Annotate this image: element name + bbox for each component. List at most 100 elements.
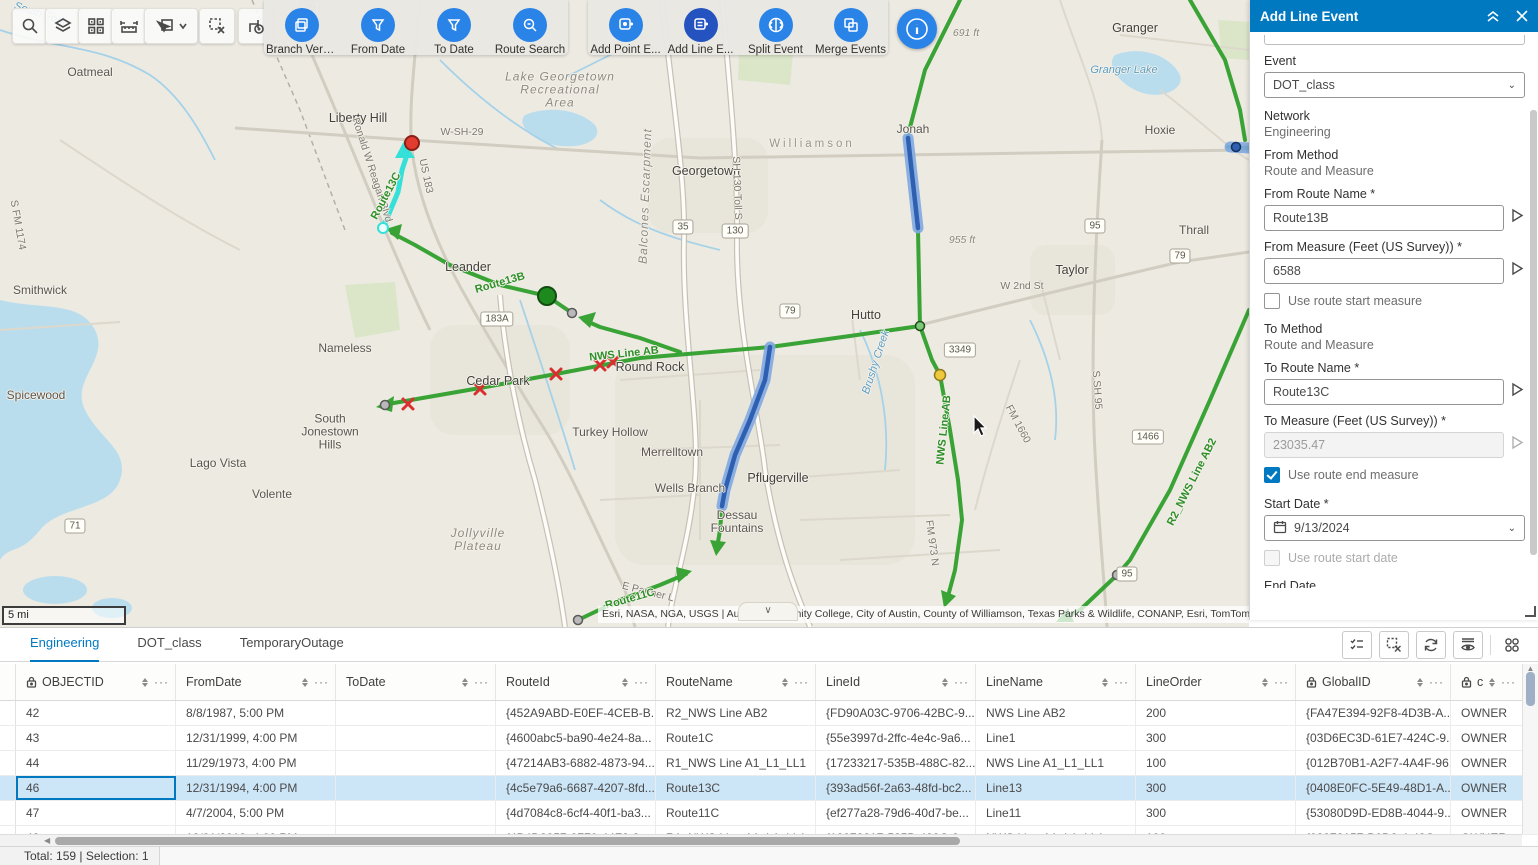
toolbar-button-branch-vers[interactable]: Branch Vers... bbox=[266, 0, 338, 56]
toolbar-button-merge-events[interactable]: Merge Events bbox=[815, 0, 887, 56]
sort-icon[interactable] bbox=[302, 678, 308, 687]
table-cell[interactable]: 8/8/1987, 5:00 PM bbox=[176, 701, 336, 725]
table-cell[interactable]: {FA47E394-92F8-4D3B-A... bbox=[1296, 701, 1451, 725]
table-cell[interactable]: R2_NWS Line AB2 bbox=[656, 701, 816, 725]
table-tab-engineering[interactable]: Engineering bbox=[30, 628, 99, 662]
table-cell[interactable]: 12/31/1994, 4:00 PM bbox=[176, 776, 336, 800]
table-row[interactable]: 474/7/2004, 5:00 PM{4d7084c8-6cf4-40f1-b… bbox=[0, 801, 1538, 826]
sort-icon[interactable] bbox=[1489, 678, 1495, 687]
table-cell[interactable]: 4/7/2004, 5:00 PM bbox=[176, 801, 336, 825]
table-cell[interactable]: R1_NWS Line A1_L1_LL1 bbox=[656, 751, 816, 775]
table-cell[interactable] bbox=[336, 801, 496, 825]
column-menu-icon[interactable]: ··· bbox=[474, 675, 489, 689]
column-header-linename[interactable]: LineName··· bbox=[976, 664, 1136, 700]
table-cell[interactable]: 300 bbox=[1136, 726, 1296, 750]
column-menu-icon[interactable]: ··· bbox=[1429, 675, 1444, 689]
clear-selection-button[interactable] bbox=[199, 8, 235, 44]
table-cell[interactable]: {393ad56f-2a63-48fd-bc2... bbox=[816, 776, 976, 800]
table-cell[interactable]: NWS Line A1_L1_LL1 bbox=[976, 751, 1136, 775]
table-row[interactable]: 4312/31/1999, 4:00 PM {4600abc5-ba90-4e24… bbox=[0, 726, 1538, 751]
column-header-create[interactable]: create··· bbox=[1451, 664, 1523, 700]
table-cell[interactable]: NWS Line A1_L1_LL1 bbox=[976, 826, 1136, 834]
basemap-gallery-button[interactable] bbox=[78, 8, 114, 44]
table-cell[interactable]: 46 bbox=[16, 776, 176, 800]
table-cell[interactable]: 11/29/1973, 4:00 PM bbox=[176, 751, 336, 775]
table-cell[interactable]: {08972157-B0D8-4-48C... bbox=[1296, 826, 1451, 834]
toolbar-button-add-point-e[interactable]: Add Point E... bbox=[590, 0, 662, 56]
column-header-lineid[interactable]: LineId··· bbox=[816, 664, 976, 700]
toolbar-button-route-search[interactable]: Route Search bbox=[494, 0, 566, 56]
table-cell[interactable]: 43 bbox=[16, 726, 176, 750]
table-cell[interactable]: 12/31/2013, 4:00 PM bbox=[176, 826, 336, 834]
panel-resize-handle[interactable] bbox=[1525, 606, 1536, 617]
refresh-button[interactable] bbox=[1416, 631, 1446, 659]
attribution-collapse-button[interactable]: ∨ bbox=[738, 602, 798, 621]
table-cell[interactable]: {4d7084c8-6cf4-40f1-ba3... bbox=[496, 801, 656, 825]
close-panel-icon[interactable] bbox=[1515, 9, 1529, 23]
use-route-end-measure-checkbox[interactable] bbox=[1264, 467, 1280, 483]
select-tool-button[interactable] bbox=[144, 8, 198, 44]
table-cell[interactable]: {4B4D8957-9770-44F2-8... bbox=[496, 826, 656, 834]
scrollbar-thumb[interactable] bbox=[1526, 672, 1535, 706]
from-measure-input[interactable]: 6588 bbox=[1264, 258, 1504, 284]
info-button[interactable] bbox=[897, 9, 937, 49]
table-cell[interactable]: {4600abc5-ba90-4e24-8a... bbox=[496, 726, 656, 750]
pick-from-map-icon[interactable] bbox=[1510, 261, 1525, 281]
collapse-panel-icon[interactable] bbox=[1485, 9, 1501, 23]
scroll-left-arrow[interactable]: ◀ bbox=[44, 836, 50, 845]
table-cell[interactable] bbox=[336, 751, 496, 775]
column-menu-icon[interactable]: ··· bbox=[154, 675, 169, 689]
table-cell[interactable]: 48 bbox=[16, 826, 176, 834]
table-cell[interactable]: 42 bbox=[16, 701, 176, 725]
table-cell[interactable]: Line11 bbox=[976, 801, 1136, 825]
from-route-name-input[interactable]: Route13B bbox=[1264, 205, 1504, 231]
table-vertical-scrollbar[interactable]: ▲ bbox=[1522, 664, 1538, 834]
sort-icon[interactable] bbox=[462, 678, 468, 687]
table-cell[interactable]: {FD90A03C-9706-42BC-9... bbox=[816, 701, 976, 725]
column-header-routeid[interactable]: RouteId··· bbox=[496, 664, 656, 700]
sort-icon[interactable] bbox=[1102, 678, 1108, 687]
column-menu-icon[interactable]: ··· bbox=[1501, 675, 1516, 689]
table-cell[interactable]: Route1C bbox=[656, 726, 816, 750]
table-cell[interactable] bbox=[336, 726, 496, 750]
table-cell[interactable]: OWNER bbox=[1451, 826, 1523, 834]
toolbar-button-to-date[interactable]: To Date bbox=[418, 0, 490, 56]
column-menu-icon[interactable]: ··· bbox=[1274, 675, 1289, 689]
column-header-todate[interactable]: ToDate··· bbox=[336, 664, 496, 700]
column-header-globalid[interactable]: GlobalID··· bbox=[1296, 664, 1451, 700]
table-cell[interactable] bbox=[336, 776, 496, 800]
table-cell[interactable]: R1_NWS Line A1_L1_LL1 bbox=[656, 826, 816, 834]
table-tab-dot_class[interactable]: DOT_class bbox=[137, 628, 201, 660]
column-header-fromdate[interactable]: FromDate··· bbox=[176, 664, 336, 700]
table-cell[interactable]: 44 bbox=[16, 751, 176, 775]
table-cell[interactable]: Route11C bbox=[656, 801, 816, 825]
table-cell[interactable]: NWS Line AB2 bbox=[976, 701, 1136, 725]
table-cell[interactable]: 12/31/1999, 4:00 PM bbox=[176, 726, 336, 750]
table-cell[interactable]: {0408E0FC-5E49-48D1-A... bbox=[1296, 776, 1451, 800]
table-row[interactable]: 428/8/1987, 5:00 PM {452A9ABD-E0EF-4CEB-B… bbox=[0, 701, 1538, 726]
use-route-start-measure-row[interactable]: Use route start measure bbox=[1264, 293, 1525, 309]
table-cell[interactable]: {55e3997d-2ffc-4e4c-9a6... bbox=[816, 726, 976, 750]
column-menu-icon[interactable]: ··· bbox=[794, 675, 809, 689]
column-header-lineorder[interactable]: LineOrder··· bbox=[1136, 664, 1296, 700]
measure-button[interactable] bbox=[111, 8, 147, 44]
column-visibility-button[interactable] bbox=[1453, 631, 1483, 659]
map-view[interactable]: OatmealLiberty HillSmithwickNamelessSpic… bbox=[0, 0, 1249, 627]
table-cell[interactable]: 200 bbox=[1136, 701, 1296, 725]
pick-from-map-icon[interactable] bbox=[1510, 208, 1525, 228]
table-cell[interactable]: OWNER bbox=[1451, 801, 1523, 825]
table-cell[interactable]: {47214AB3-6882-4873-94... bbox=[496, 751, 656, 775]
table-cell[interactable]: 100 bbox=[1136, 826, 1296, 834]
start-date-input[interactable]: 9/13/2024 ⌄ bbox=[1264, 515, 1525, 541]
toolbar-button-add-line-e[interactable]: Add Line E... bbox=[665, 0, 737, 56]
table-row[interactable]: 4612/31/1994, 4:00 PM {4c5e79a6-6687-4207… bbox=[0, 776, 1538, 801]
table-cell[interactable]: OWNER bbox=[1451, 776, 1523, 800]
table-cell[interactable]: Route13C bbox=[656, 776, 816, 800]
table-cell[interactable]: 300 bbox=[1136, 776, 1296, 800]
table-cell[interactable]: {4c5e79a6-6687-4207-8fd... bbox=[496, 776, 656, 800]
use-route-start-measure-checkbox[interactable] bbox=[1264, 293, 1280, 309]
table-cell[interactable]: {452A9ABD-E0EF-4CEB-B... bbox=[496, 701, 656, 725]
show-selected-button[interactable] bbox=[1342, 631, 1372, 659]
column-header-routename[interactable]: RouteName··· bbox=[656, 664, 816, 700]
sort-icon[interactable] bbox=[782, 678, 788, 687]
